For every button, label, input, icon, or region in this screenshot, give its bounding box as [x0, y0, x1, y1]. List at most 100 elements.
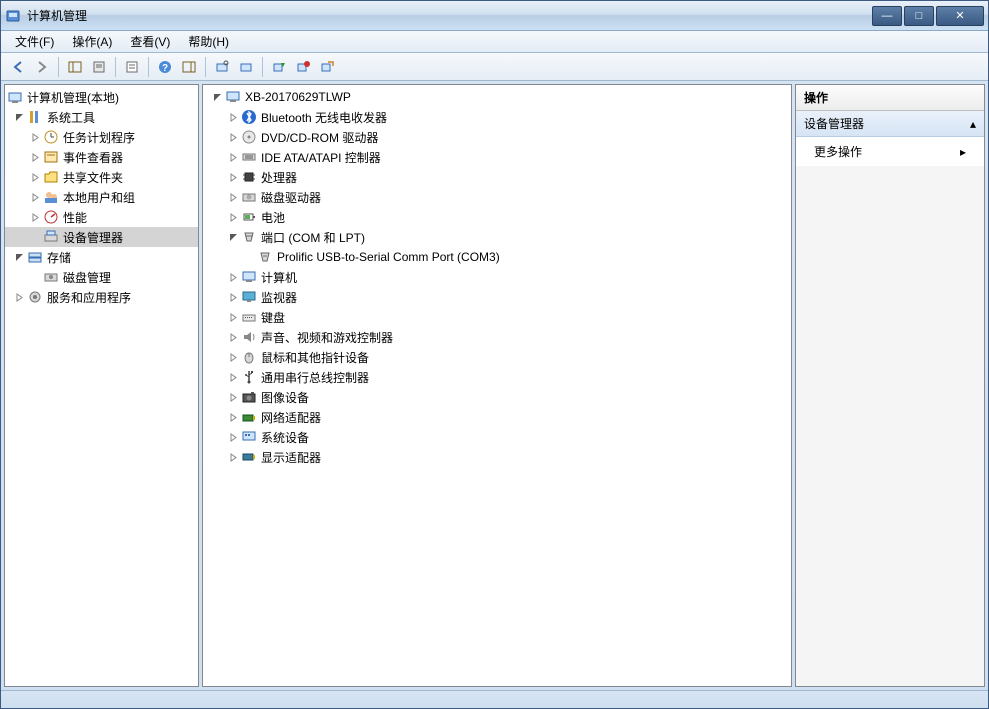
scan-hardware-button[interactable] — [235, 56, 257, 78]
expander-icon[interactable] — [225, 209, 241, 225]
device-mice[interactable]: 鼠标和其他指针设备 — [203, 347, 791, 367]
expander-icon[interactable] — [225, 189, 241, 205]
disk-drive-icon — [241, 189, 257, 205]
tree-label: 声音、视频和游戏控制器 — [261, 329, 393, 346]
tree-label: 电池 — [261, 209, 285, 226]
expander-icon[interactable] — [225, 429, 241, 445]
close-button[interactable]: ✕ — [936, 6, 984, 26]
scan-button[interactable] — [211, 56, 233, 78]
device-imaging[interactable]: 图像设备 — [203, 387, 791, 407]
help-button[interactable]: ? — [154, 56, 176, 78]
expander-icon[interactable] — [225, 289, 241, 305]
device-computers[interactable]: 计算机 — [203, 267, 791, 287]
tree-local-users[interactable]: 本地用户和组 — [5, 187, 198, 207]
expander-icon[interactable] — [27, 189, 43, 205]
status-bar — [1, 690, 988, 708]
expander-icon[interactable] — [225, 369, 241, 385]
tree-label: 处理器 — [261, 169, 297, 186]
expander-icon[interactable] — [225, 449, 241, 465]
device-port-item[interactable]: Prolific USB-to-Serial Comm Port (COM3) — [203, 247, 791, 267]
expander-icon[interactable] — [225, 129, 241, 145]
dvd-drive-icon — [241, 129, 257, 145]
device-usb[interactable]: 通用串行总线控制器 — [203, 367, 791, 387]
forward-button[interactable] — [31, 56, 53, 78]
action-more-actions[interactable]: 更多操作 ▸ — [796, 137, 984, 166]
menu-help[interactable]: 帮助(H) — [180, 31, 237, 52]
expander-icon[interactable] — [225, 229, 241, 245]
device-root-computer[interactable]: XB-20170629TLWP — [203, 87, 791, 107]
toolbar-separator — [205, 57, 206, 77]
keyboard-icon — [241, 309, 257, 325]
action-pane-button[interactable] — [178, 56, 200, 78]
device-disk-drives[interactable]: 磁盘驱动器 — [203, 187, 791, 207]
expander-icon[interactable] — [225, 389, 241, 405]
expander-icon[interactable] — [225, 109, 241, 125]
expander-icon[interactable] — [225, 329, 241, 345]
device-keyboards[interactable]: 键盘 — [203, 307, 791, 327]
event-viewer-icon — [43, 149, 59, 165]
expander-icon[interactable] — [225, 349, 241, 365]
device-ide[interactable]: IDE ATA/ATAPI 控制器 — [203, 147, 791, 167]
expander-icon[interactable] — [11, 109, 27, 125]
tree-performance[interactable]: 性能 — [5, 207, 198, 227]
users-icon — [43, 189, 59, 205]
back-button[interactable] — [7, 56, 29, 78]
expander-icon[interactable] — [27, 209, 43, 225]
usb-icon — [241, 369, 257, 385]
device-monitors[interactable]: 监视器 — [203, 287, 791, 307]
expander-icon[interactable] — [225, 149, 241, 165]
minimize-button[interactable]: — — [872, 6, 902, 26]
device-system-devices[interactable]: 系统设备 — [203, 427, 791, 447]
device-sound[interactable]: 声音、视频和游戏控制器 — [203, 327, 791, 347]
expander-icon[interactable] — [225, 409, 241, 425]
tree-system-tools[interactable]: 系统工具 — [5, 107, 198, 127]
menu-view[interactable]: 查看(V) — [122, 31, 178, 52]
management-tree: 计算机管理(本地) 系统工具 任务计划程序 — [5, 85, 198, 309]
storage-icon — [27, 249, 43, 265]
actions-section-device-manager[interactable]: 设备管理器 ▴ — [796, 111, 984, 137]
device-ports[interactable]: 端口 (COM 和 LPT) — [203, 227, 791, 247]
tree-shared-folders[interactable]: 共享文件夹 — [5, 167, 198, 187]
properties-button[interactable] — [88, 56, 110, 78]
tree-label: 键盘 — [261, 309, 285, 326]
expander-icon[interactable] — [27, 149, 43, 165]
device-dvd[interactable]: DVD/CD-ROM 驱动器 — [203, 127, 791, 147]
expander-icon[interactable] — [225, 269, 241, 285]
expander-icon[interactable] — [225, 309, 241, 325]
device-battery[interactable]: 电池 — [203, 207, 791, 227]
device-bluetooth[interactable]: Bluetooth 无线电收发器 — [203, 107, 791, 127]
shared-folders-icon — [43, 169, 59, 185]
device-tree-panel[interactable]: XB-20170629TLWP Bluetooth 无线电收发器 DVD/CD-… — [202, 84, 792, 687]
list-view-button[interactable] — [121, 56, 143, 78]
disable-device-button[interactable] — [292, 56, 314, 78]
menu-file[interactable]: 文件(F) — [7, 31, 62, 52]
enable-device-button[interactable] — [268, 56, 290, 78]
tree-root-computer-management[interactable]: 计算机管理(本地) — [5, 87, 198, 107]
action-label: 更多操作 — [814, 143, 862, 160]
expander-icon[interactable] — [11, 289, 27, 305]
tree-label: 计算机管理(本地) — [27, 89, 119, 106]
tree-device-manager[interactable]: 设备管理器 — [5, 227, 198, 247]
tree-storage[interactable]: 存储 — [5, 247, 198, 267]
tree-event-viewer[interactable]: 事件查看器 — [5, 147, 198, 167]
expander-icon[interactable] — [27, 169, 43, 185]
show-hide-tree-button[interactable] — [64, 56, 86, 78]
collapse-icon: ▴ — [970, 117, 976, 131]
maximize-button[interactable]: □ — [904, 6, 934, 26]
window-title: 计算机管理 — [27, 7, 872, 24]
titlebar[interactable]: 计算机管理 — □ ✕ — [1, 1, 988, 31]
uninstall-device-button[interactable] — [316, 56, 338, 78]
expander-icon[interactable] — [209, 89, 225, 105]
expander-icon[interactable] — [225, 169, 241, 185]
device-processors[interactable]: 处理器 — [203, 167, 791, 187]
tree-task-scheduler[interactable]: 任务计划程序 — [5, 127, 198, 147]
left-tree-panel[interactable]: 计算机管理(本地) 系统工具 任务计划程序 — [4, 84, 199, 687]
device-network[interactable]: 网络适配器 — [203, 407, 791, 427]
device-display[interactable]: 显示适配器 — [203, 447, 791, 467]
system-devices-icon — [241, 429, 257, 445]
tree-disk-management[interactable]: 磁盘管理 — [5, 267, 198, 287]
expander-icon[interactable] — [11, 249, 27, 265]
menu-action[interactable]: 操作(A) — [64, 31, 120, 52]
expander-icon[interactable] — [27, 129, 43, 145]
tree-services-apps[interactable]: 服务和应用程序 — [5, 287, 198, 307]
